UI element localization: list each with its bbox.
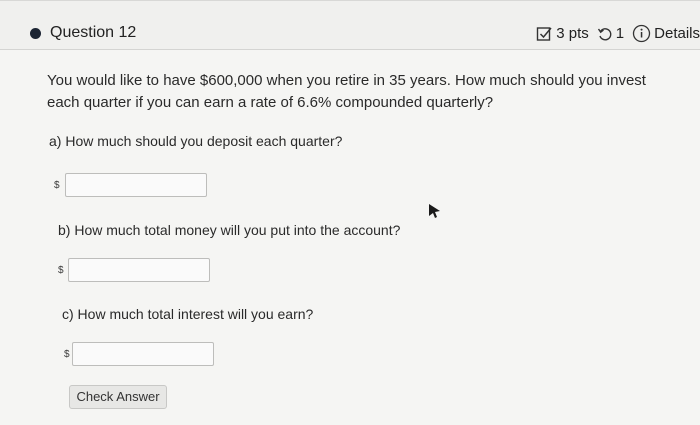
part-b-label: b) How much total money will you put int… (58, 222, 401, 238)
question-text: You would like to have $600,000 when you… (47, 72, 646, 111)
question-meta: 3 pts 1 Details (536, 24, 700, 43)
retry-icon (597, 26, 613, 42)
info-circle-icon (632, 24, 651, 43)
part-a-label: a) How much should you deposit each quar… (49, 133, 343, 149)
bullet-dot-icon (30, 28, 41, 39)
part-c-currency: $ (64, 349, 70, 360)
details-label: Details (654, 25, 700, 42)
check-answer-button[interactable]: Check Answer (69, 385, 167, 409)
question-title: Question 12 (50, 24, 137, 41)
part-a-currency: $ (54, 180, 60, 191)
question-header: Question 12 3 pts 1 Details (0, 0, 700, 50)
part-c-label: c) How much total interest will you earn… (62, 306, 314, 322)
attempts-value: 1 (615, 25, 625, 42)
part-b-answer-input[interactable] (68, 258, 210, 282)
part-b-currency: $ (58, 265, 64, 276)
part-c-answer-input[interactable] (72, 342, 214, 366)
edit-checkbox-icon (536, 25, 553, 42)
part-a-answer-input[interactable] (65, 173, 207, 197)
details-link[interactable]: Details (632, 24, 700, 43)
points-value: 3 pts (556, 25, 589, 42)
question-page: Question 12 3 pts 1 Details You would li… (0, 0, 700, 425)
mouse-cursor-icon (428, 203, 442, 224)
